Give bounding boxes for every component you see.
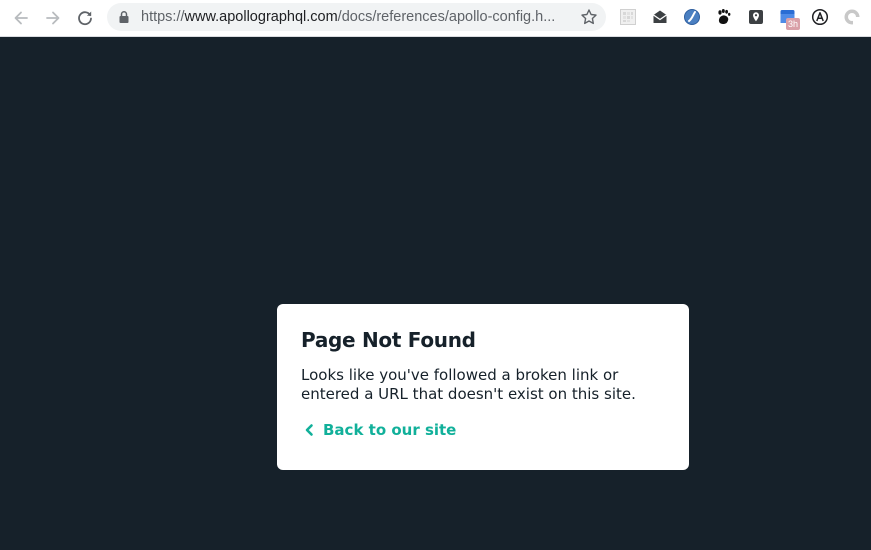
page-content: Page Not Found Looks like you've followe… (0, 37, 871, 550)
grid-extension-icon (620, 9, 636, 25)
extension-button[interactable] (715, 8, 733, 26)
address-bar[interactable]: https://www.apollographql.com/docs/refer… (107, 3, 606, 31)
extension-button[interactable] (651, 8, 669, 26)
reload-icon (78, 11, 92, 26)
url-path: /docs/references/apollo-config.h... (337, 9, 556, 25)
extension-button[interactable] (683, 8, 701, 26)
url-scheme: https:// (141, 9, 185, 25)
page-title: Page Not Found (301, 328, 476, 352)
forward-button[interactable] (41, 6, 65, 30)
extension-button[interactable] (747, 8, 765, 26)
extension-button[interactable] (811, 8, 829, 26)
gray-circle-extension-icon (844, 9, 860, 25)
bookmark-star-icon[interactable] (580, 8, 598, 26)
reload-button[interactable] (73, 6, 97, 30)
arrow-left-icon (14, 11, 28, 25)
location-pin-extension-icon (749, 10, 763, 24)
lock-icon (119, 11, 129, 23)
circled-a-extension-icon (811, 8, 829, 26)
not-found-card: Page Not Found Looks like you've followe… (277, 304, 689, 470)
back-button[interactable] (9, 6, 33, 30)
chevron-left-icon (305, 424, 313, 436)
mail-extension-icon (653, 10, 667, 23)
extension-button[interactable] (619, 8, 637, 26)
extension-button[interactable] (843, 8, 861, 26)
calendar-badge: 3h (786, 18, 801, 30)
error-message: Looks like you've followed a broken link… (301, 366, 636, 403)
gnome-foot-extension-icon (718, 9, 731, 24)
blue-swirl-extension-icon (684, 9, 700, 25)
url-host: www.apollographql.com (184, 9, 338, 25)
back-to-site-link[interactable]: Back to our site (301, 421, 456, 439)
arrow-right-icon (46, 11, 60, 25)
back-link-label: Back to our site (323, 421, 457, 439)
url-text[interactable]: https://www.apollographql.com/docs/refer… (141, 9, 571, 26)
browser-toolbar: https://www.apollographql.com/docs/refer… (0, 0, 871, 37)
